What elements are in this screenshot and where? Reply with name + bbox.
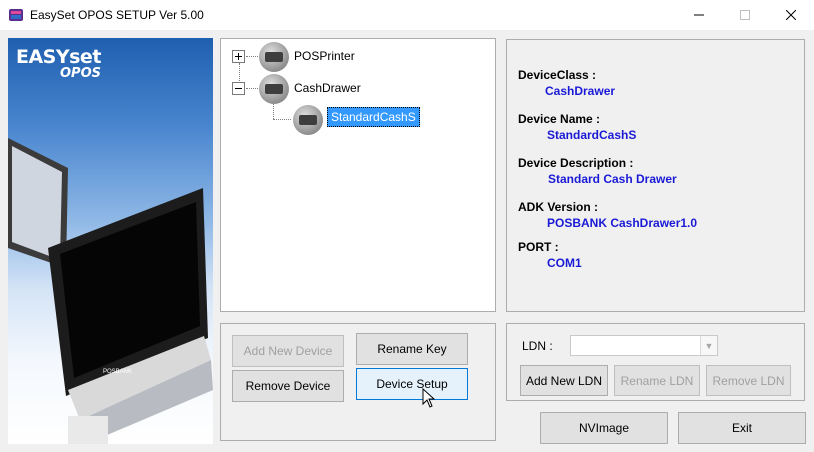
device-actions-panel: Add New Device Rename Key Remove Device … xyxy=(220,323,496,441)
ldn-label: LDN : xyxy=(522,339,553,353)
remove-ldn-button[interactable]: Remove LDN xyxy=(706,365,791,396)
tree-connector xyxy=(246,56,258,57)
add-new-ldn-button[interactable]: Add New LDN xyxy=(520,365,608,396)
collapse-minus-icon[interactable] xyxy=(232,82,245,95)
device-name-value: StandardCashS xyxy=(547,128,637,142)
pos-terminal-image: POSBANK xyxy=(8,138,213,444)
cash-drawer-icon xyxy=(259,74,289,104)
tree-node-label-selected[interactable]: StandardCashS xyxy=(327,107,420,127)
tree-connector xyxy=(246,88,258,89)
window-title: EasySet OPOS SETUP Ver 5.00 xyxy=(30,8,204,22)
maximize-button[interactable] xyxy=(722,0,768,30)
device-info-panel: DeviceClass : CashDrawer Device Name : S… xyxy=(506,39,805,312)
device-name-label: Device Name : xyxy=(518,112,601,126)
device-class-value: CashDrawer xyxy=(545,84,616,98)
cash-drawer-icon xyxy=(293,105,323,135)
ldn-select[interactable]: ▼ xyxy=(570,335,718,356)
easyset-app-icon xyxy=(9,9,23,21)
device-tree[interactable]: POSPrinter CashDrawer StandardCashS xyxy=(220,38,496,312)
printer-icon xyxy=(259,42,289,72)
adk-version-label: ADK Version : xyxy=(518,200,599,214)
tree-connector xyxy=(273,119,291,120)
expand-plus-icon[interactable] xyxy=(232,50,245,63)
rename-key-button[interactable]: Rename Key xyxy=(356,333,468,365)
logo-main-text: EASYset xyxy=(16,46,101,68)
device-description-label: Device Description : xyxy=(518,156,634,170)
promo-banner: EASYset OPOS POSBANK xyxy=(8,38,213,444)
title-bar: EasySet OPOS SETUP Ver 5.00 xyxy=(0,0,814,30)
port-label: PORT : xyxy=(518,240,559,254)
logo-sub-text: OPOS xyxy=(60,66,101,81)
tree-node-label[interactable]: CashDrawer xyxy=(294,81,361,95)
easyset-logo: EASYset OPOS xyxy=(16,46,101,81)
minimize-button[interactable] xyxy=(676,0,722,30)
mouse-cursor-icon xyxy=(422,388,436,408)
device-class-label: DeviceClass : xyxy=(518,68,597,82)
chevron-down-icon[interactable]: ▼ xyxy=(700,336,717,355)
adk-version-value: POSBANK CashDrawer1.0 xyxy=(547,216,698,230)
port-value: COM1 xyxy=(547,256,582,270)
close-icon xyxy=(786,10,796,20)
exit-button[interactable]: Exit xyxy=(678,412,806,444)
remove-device-button[interactable]: Remove Device xyxy=(232,370,344,402)
add-new-device-button[interactable]: Add New Device xyxy=(232,335,344,367)
device-brand-label: POSBANK xyxy=(103,369,132,375)
nvimage-button[interactable]: NVImage xyxy=(540,412,668,444)
tree-node-label[interactable]: POSPrinter xyxy=(294,49,355,63)
maximize-icon xyxy=(740,10,750,20)
device-setup-button[interactable]: Device Setup xyxy=(356,368,468,400)
device-description-value: Standard Cash Drawer xyxy=(548,172,677,186)
minimize-icon xyxy=(694,14,704,16)
ldn-panel: LDN : ▼ Add New LDN Rename LDN Remove LD… xyxy=(506,323,805,401)
rename-ldn-button[interactable]: Rename LDN xyxy=(614,365,700,396)
close-button[interactable] xyxy=(768,0,814,30)
